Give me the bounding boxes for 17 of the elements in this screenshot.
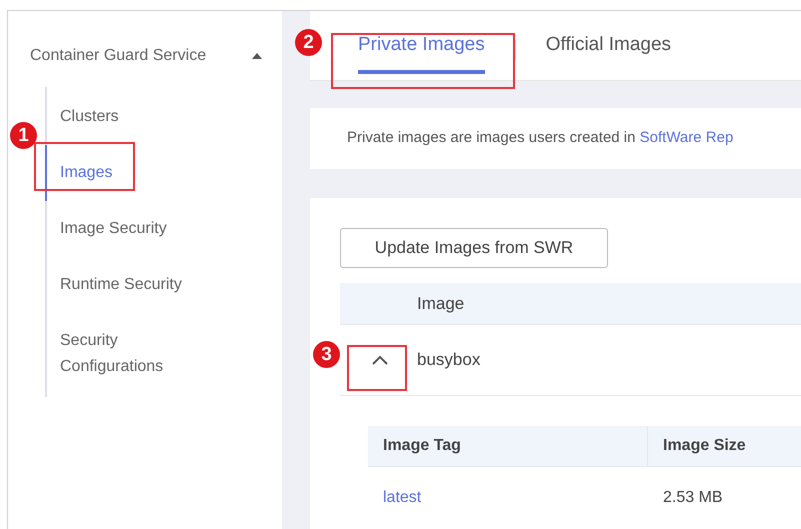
tab[interactable]: Official Images [546, 31, 672, 74]
column-header: Image [417, 292, 464, 315]
table-cell-text: busybox [417, 349, 480, 372]
tag-link[interactable]: latest [383, 489, 422, 506]
column-header: Image Tag [383, 436, 461, 456]
column-header: Image Size [663, 436, 746, 456]
nav-item[interactable]: Images [45, 145, 225, 201]
nav-item[interactable]: Clusters [45, 89, 225, 145]
info-text: Private images are images users created in SoftWare Rep [347, 128, 734, 148]
repository-link[interactable]: SoftWare Rep [640, 129, 734, 146]
nav-item[interactable]: Runtime Security [45, 257, 225, 313]
nav-item[interactable]: Image Security [45, 201, 225, 257]
nav-item[interactable]: Security Configurations [45, 313, 225, 395]
update-images-button[interactable]: Update Images from SWR [340, 228, 608, 268]
table-cell: 2.53 MB [663, 489, 723, 506]
tab[interactable]: Private Images [358, 31, 485, 74]
sidebar-title[interactable]: Container Guard Service [30, 44, 206, 68]
